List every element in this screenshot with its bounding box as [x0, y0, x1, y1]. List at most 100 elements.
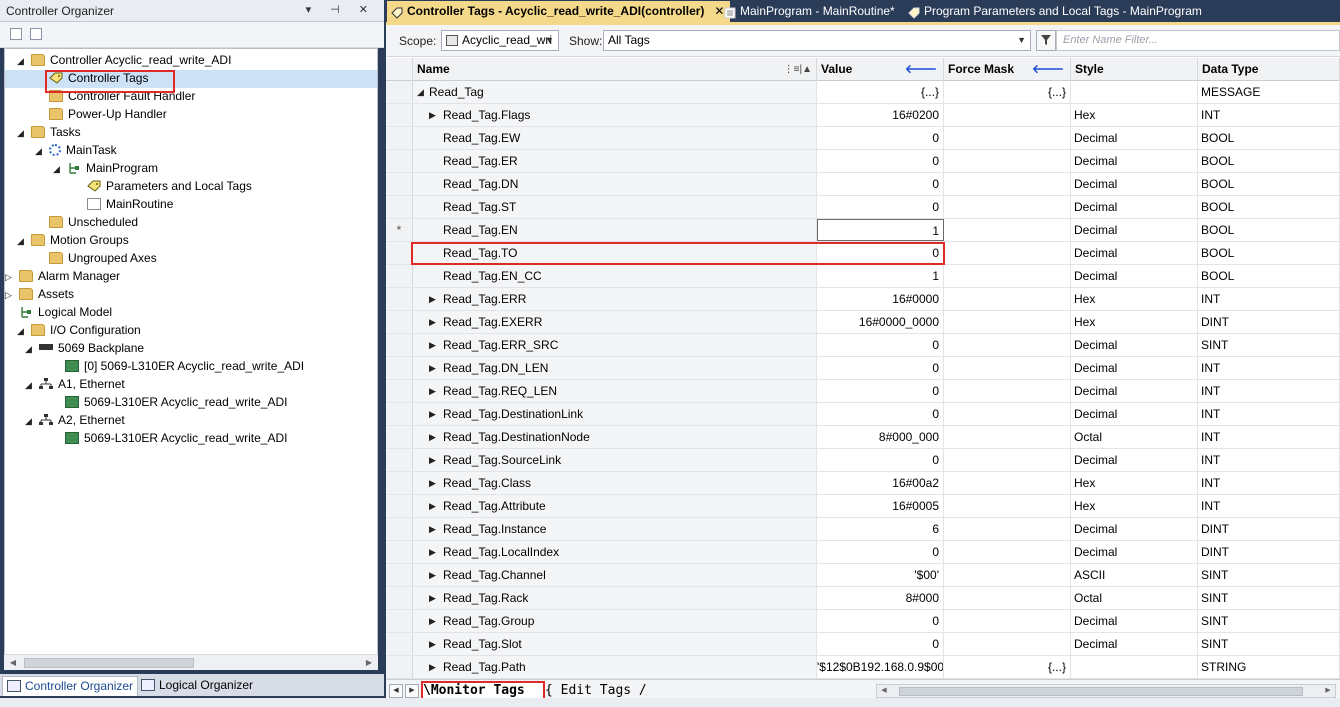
- column-header-force-mask[interactable]: Force Mask 🡐: [944, 58, 1071, 81]
- table-row[interactable]: Read_Tag.EN_CC 1 Decimal BOOL: [386, 265, 1340, 288]
- tab-controller-organizer[interactable]: Controller Organizer: [2, 676, 139, 696]
- table-row[interactable]: ▶ Read_Tag.ERR_SRC 0 Decimal SINT: [386, 334, 1340, 357]
- panel-window-controls[interactable]: ▾ ⊣ ✕: [306, 3, 376, 16]
- data-type-cell[interactable]: SINT: [1198, 564, 1340, 586]
- style-cell[interactable]: Decimal: [1071, 242, 1198, 264]
- table-row[interactable]: ▶ Read_Tag.Class 16#00a2 Hex INT: [386, 472, 1340, 495]
- style-cell[interactable]: Decimal: [1071, 449, 1198, 471]
- data-type-cell[interactable]: DINT: [1198, 541, 1340, 563]
- style-cell[interactable]: Decimal: [1071, 150, 1198, 172]
- scroll-right-icon[interactable]: ▶: [1322, 685, 1334, 697]
- name-cell[interactable]: ▶ Read_Tag.ERR: [413, 288, 817, 310]
- value-cell[interactable]: 16#0005: [817, 495, 944, 517]
- value-cell[interactable]: 16#0000_0000: [817, 311, 944, 333]
- name-cell[interactable]: ▶ Read_Tag.Instance: [413, 518, 817, 540]
- force-mask-cell[interactable]: [944, 564, 1071, 586]
- table-row[interactable]: Read_Tag.ER 0 Decimal BOOL: [386, 150, 1340, 173]
- tab-logical-organizer[interactable]: Logical Organizer: [137, 676, 257, 696]
- data-type-cell[interactable]: SINT: [1198, 610, 1340, 632]
- tree-item[interactable]: ◢ I/O Configuration: [17, 321, 141, 339]
- tree-item[interactable]: ◢ MainProgram: [53, 159, 158, 177]
- scroll-left-icon[interactable]: ◀: [878, 685, 890, 697]
- value-cell[interactable]: 0: [817, 633, 944, 655]
- value-cell[interactable]: '$00': [817, 564, 944, 586]
- data-type-cell[interactable]: INT: [1198, 495, 1340, 517]
- value-cell[interactable]: 0: [817, 380, 944, 402]
- table-row[interactable]: ▶ Read_Tag.SourceLink 0 Decimal INT: [386, 449, 1340, 472]
- force-mask-cell[interactable]: [944, 426, 1071, 448]
- sort-ascending-icon[interactable]: ⋮≡|▲: [784, 58, 812, 81]
- value-cell[interactable]: 16#0200: [817, 104, 944, 126]
- force-mask-cell[interactable]: [944, 196, 1071, 218]
- style-cell[interactable]: Hex: [1071, 288, 1198, 310]
- expander-icon[interactable]: ▶: [429, 518, 436, 540]
- value-cell[interactable]: 16#0000: [817, 288, 944, 310]
- force-mask-cell[interactable]: [944, 311, 1071, 333]
- table-row[interactable]: ▶ Read_Tag.DestinationNode 8#000_000 Octal I…: [386, 426, 1340, 449]
- value-cell[interactable]: 0: [817, 357, 944, 379]
- expander-icon[interactable]: ◢: [17, 124, 27, 142]
- tab-scroll-left-icon[interactable]: ◀: [389, 684, 403, 698]
- name-cell[interactable]: Read_Tag.EN_CC: [413, 265, 817, 287]
- tree-item[interactable]: Parameters and Local Tags: [73, 177, 252, 195]
- value-cell[interactable]: 16#00a2: [817, 472, 944, 494]
- expander-icon[interactable]: ▶: [429, 633, 436, 655]
- name-cell[interactable]: ▶ Read_Tag.Channel: [413, 564, 817, 586]
- force-mask-cell[interactable]: [944, 449, 1071, 471]
- force-mask-cell[interactable]: [944, 472, 1071, 494]
- table-row[interactable]: ▶ Read_Tag.Instance 6 Decimal DINT: [386, 518, 1340, 541]
- expander-icon[interactable]: ▶: [429, 311, 436, 333]
- force-mask-cell[interactable]: [944, 380, 1071, 402]
- expander-icon[interactable]: ▶: [429, 104, 436, 126]
- data-type-cell[interactable]: SINT: [1198, 587, 1340, 609]
- expander-icon[interactable]: ▶: [429, 426, 436, 448]
- style-cell[interactable]: Decimal: [1071, 219, 1198, 241]
- force-mask-cell[interactable]: [944, 127, 1071, 149]
- expander-icon[interactable]: ◢: [17, 52, 27, 70]
- data-type-cell[interactable]: BOOL: [1198, 265, 1340, 287]
- force-mask-cell[interactable]: {...}: [944, 81, 1071, 103]
- value-cell[interactable]: 0: [817, 127, 944, 149]
- name-cell[interactable]: ▶ Read_Tag.DestinationNode: [413, 426, 817, 448]
- column-header-style[interactable]: Style: [1071, 58, 1198, 81]
- expander-icon[interactable]: ◢: [25, 376, 35, 394]
- tab-main-routine[interactable]: MainProgram - MainRoutine*: [720, 1, 901, 22]
- style-cell[interactable]: Octal: [1071, 426, 1198, 448]
- force-mask-cell[interactable]: [944, 150, 1071, 172]
- data-type-cell[interactable]: DINT: [1198, 518, 1340, 540]
- table-row[interactable]: ▶ Read_Tag.Slot 0 Decimal SINT: [386, 633, 1340, 656]
- style-cell[interactable]: Hex: [1071, 311, 1198, 333]
- expander-icon[interactable]: ◢: [25, 412, 35, 430]
- force-mask-cell[interactable]: [944, 610, 1071, 632]
- tags-grid[interactable]: Name ⋮≡|▲ Value 🡐 Force Mask 🡐 Style Dat…: [386, 58, 1340, 679]
- value-cell[interactable]: 0: [817, 196, 944, 218]
- tree-item[interactable]: ▷ Alarm Manager: [5, 267, 120, 285]
- data-type-cell[interactable]: INT: [1198, 380, 1340, 402]
- style-cell[interactable]: Decimal: [1071, 518, 1198, 540]
- organizer-tree[interactable]: ◢ Controller Acyclic_read_write_ADI Contro…: [4, 48, 378, 656]
- name-cell[interactable]: ▶ Read_Tag.DestinationLink: [413, 403, 817, 425]
- force-mask-cell[interactable]: [944, 242, 1071, 264]
- data-type-cell[interactable]: BOOL: [1198, 127, 1340, 149]
- value-cell[interactable]: 0: [817, 610, 944, 632]
- style-cell[interactable]: Hex: [1071, 104, 1198, 126]
- name-cell[interactable]: ▶ Read_Tag.Flags: [413, 104, 817, 126]
- name-cell[interactable]: Read_Tag.ER: [413, 150, 817, 172]
- style-cell[interactable]: Decimal: [1071, 265, 1198, 287]
- name-filter-input[interactable]: Enter Name Filter...: [1056, 30, 1340, 51]
- style-cell[interactable]: Decimal: [1071, 403, 1198, 425]
- style-cell[interactable]: Decimal: [1071, 173, 1198, 195]
- style-cell[interactable]: ASCII: [1071, 564, 1198, 586]
- data-type-cell[interactable]: INT: [1198, 426, 1340, 448]
- style-cell[interactable]: [1071, 656, 1198, 678]
- force-mask-cell[interactable]: [944, 495, 1071, 517]
- table-row[interactable]: ◢ Read_Tag {...} {...} MESSAGE: [386, 81, 1340, 104]
- style-cell[interactable]: Decimal: [1071, 127, 1198, 149]
- tree-horizontal-scrollbar[interactable]: ◀ ▶: [4, 654, 378, 670]
- tree-item[interactable]: ◢ A1, Ethernet: [25, 375, 125, 393]
- table-row[interactable]: ▶ Read_Tag.LocalIndex 0 Decimal DINT: [386, 541, 1340, 564]
- expander-icon[interactable]: ▶: [429, 541, 436, 563]
- table-row[interactable]: Read_Tag.DN 0 Decimal BOOL: [386, 173, 1340, 196]
- name-cell[interactable]: Read_Tag.ST: [413, 196, 817, 218]
- tree-item[interactable]: Unscheduled: [35, 213, 138, 231]
